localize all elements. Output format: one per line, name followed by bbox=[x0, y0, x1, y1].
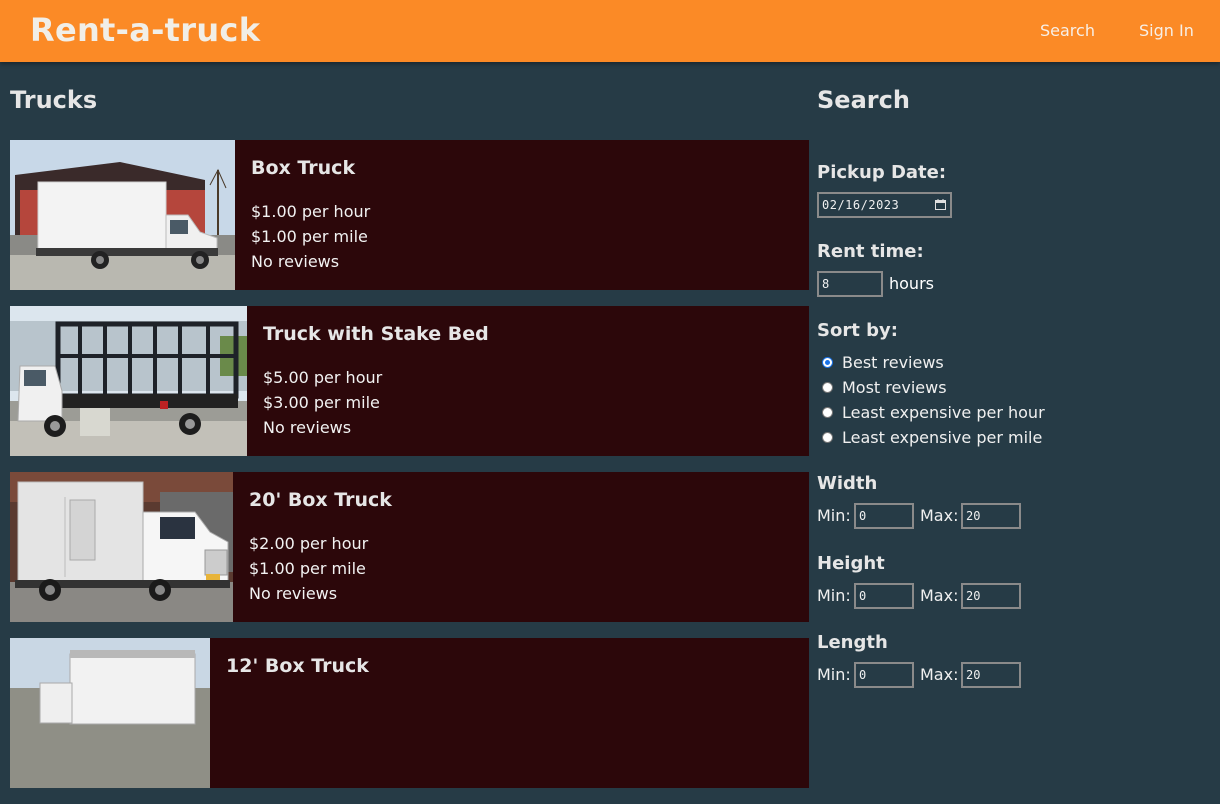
max-label: Max: bbox=[920, 586, 959, 605]
max-label: Max: bbox=[920, 506, 959, 525]
truck-name[interactable]: 12' Box Truck bbox=[226, 655, 369, 677]
length-label: Length bbox=[817, 632, 888, 653]
truck-name[interactable]: Truck with Stake Bed bbox=[263, 323, 489, 345]
top-navbar: Rent-a-truck Search Sign In bbox=[0, 0, 1220, 62]
review-summary: No reviews bbox=[263, 418, 352, 437]
sort-option-label: Least expensive per hour bbox=[842, 403, 1045, 422]
truck-info: Box Truck $1.00 per hour $1.00 per mile … bbox=[235, 140, 386, 290]
truck-info: 20' Box Truck $2.00 per hour $1.00 per m… bbox=[233, 472, 408, 622]
length-min-input[interactable]: 0 bbox=[854, 662, 914, 688]
review-summary: No reviews bbox=[249, 584, 338, 603]
truck-info: 12' Box Truck bbox=[210, 638, 385, 788]
nav-sign-in-link[interactable]: Sign In bbox=[1139, 21, 1194, 40]
pickup-date-input[interactable]: 02/16/2023 bbox=[817, 192, 952, 218]
radio-button-selected[interactable] bbox=[822, 357, 833, 368]
hours-unit-label: hours bbox=[889, 274, 934, 293]
sort-option-label: Best reviews bbox=[842, 353, 944, 372]
search-heading: Search bbox=[817, 86, 910, 114]
sort-option-cheapest-mile[interactable]: Least expensive per mile bbox=[822, 428, 1042, 447]
truck-name[interactable]: Box Truck bbox=[251, 157, 370, 179]
calendar-icon[interactable] bbox=[935, 199, 946, 210]
pickup-date-value: 02/16/2023 bbox=[822, 198, 900, 212]
height-range: Min: 0 Max: 20 bbox=[817, 582, 1047, 610]
sort-option-label: Least expensive per mile bbox=[842, 428, 1043, 447]
stake-bed-truck-photo bbox=[10, 306, 247, 456]
twelve-foot-box-truck-photo bbox=[10, 638, 210, 788]
mileage-rate: $1.00 per mile bbox=[251, 227, 368, 246]
radio-button[interactable] bbox=[822, 382, 833, 393]
sort-option-most-reviews[interactable]: Most reviews bbox=[822, 378, 947, 397]
width-range: Min: 0 Max: 20 bbox=[817, 502, 1047, 530]
hourly-rate: $1.00 per hour bbox=[251, 202, 371, 221]
length-range: Min: 0 Max: 20 bbox=[817, 661, 1047, 689]
width-label: Width bbox=[817, 473, 878, 494]
box-truck-photo bbox=[10, 140, 235, 290]
truck-card[interactable]: Truck with Stake Bed $5.00 per hour $3.0… bbox=[10, 306, 809, 456]
sort-option-best-reviews[interactable]: Best reviews bbox=[822, 353, 944, 372]
mileage-rate: $1.00 per mile bbox=[249, 559, 366, 578]
pickup-date-label: Pickup Date: bbox=[817, 162, 947, 183]
max-label: Max: bbox=[920, 665, 959, 684]
min-label: Min: bbox=[817, 506, 851, 525]
hourly-rate: $2.00 per hour bbox=[249, 534, 369, 553]
review-summary: No reviews bbox=[251, 252, 340, 271]
height-max-input[interactable]: 20 bbox=[961, 583, 1021, 609]
truck-name[interactable]: 20' Box Truck bbox=[249, 489, 392, 511]
radio-button[interactable] bbox=[822, 432, 833, 443]
sort-by-label: Sort by: bbox=[817, 320, 898, 341]
truck-card[interactable]: 20' Box Truck $2.00 per hour $1.00 per m… bbox=[10, 472, 809, 622]
rent-hours-input[interactable]: 8 bbox=[817, 271, 883, 297]
height-label: Height bbox=[817, 553, 885, 574]
sort-option-label: Most reviews bbox=[842, 378, 947, 397]
nav-search-link[interactable]: Search bbox=[1040, 21, 1095, 40]
min-label: Min: bbox=[817, 586, 851, 605]
length-max-input[interactable]: 20 bbox=[961, 662, 1021, 688]
truck-list: Box Truck $1.00 per hour $1.00 per mile … bbox=[10, 140, 809, 804]
min-label: Min: bbox=[817, 665, 851, 684]
trucks-heading: Trucks bbox=[10, 86, 98, 114]
brand-logo[interactable]: Rent-a-truck bbox=[30, 11, 260, 49]
radio-button[interactable] bbox=[822, 407, 833, 418]
truck-card[interactable]: 12' Box Truck bbox=[10, 638, 809, 788]
mileage-rate: $3.00 per mile bbox=[263, 393, 380, 412]
truck-card[interactable]: Box Truck $1.00 per hour $1.00 per mile … bbox=[10, 140, 809, 290]
rent-time-label: Rent time: bbox=[817, 241, 924, 262]
height-min-input[interactable]: 0 bbox=[854, 583, 914, 609]
truck-info: Truck with Stake Bed $5.00 per hour $3.0… bbox=[247, 306, 505, 456]
twenty-foot-box-truck-photo bbox=[10, 472, 233, 622]
width-max-input[interactable]: 20 bbox=[961, 503, 1021, 529]
hourly-rate: $5.00 per hour bbox=[263, 368, 383, 387]
width-min-input[interactable]: 0 bbox=[854, 503, 914, 529]
sort-option-cheapest-hour[interactable]: Least expensive per hour bbox=[822, 403, 1045, 422]
